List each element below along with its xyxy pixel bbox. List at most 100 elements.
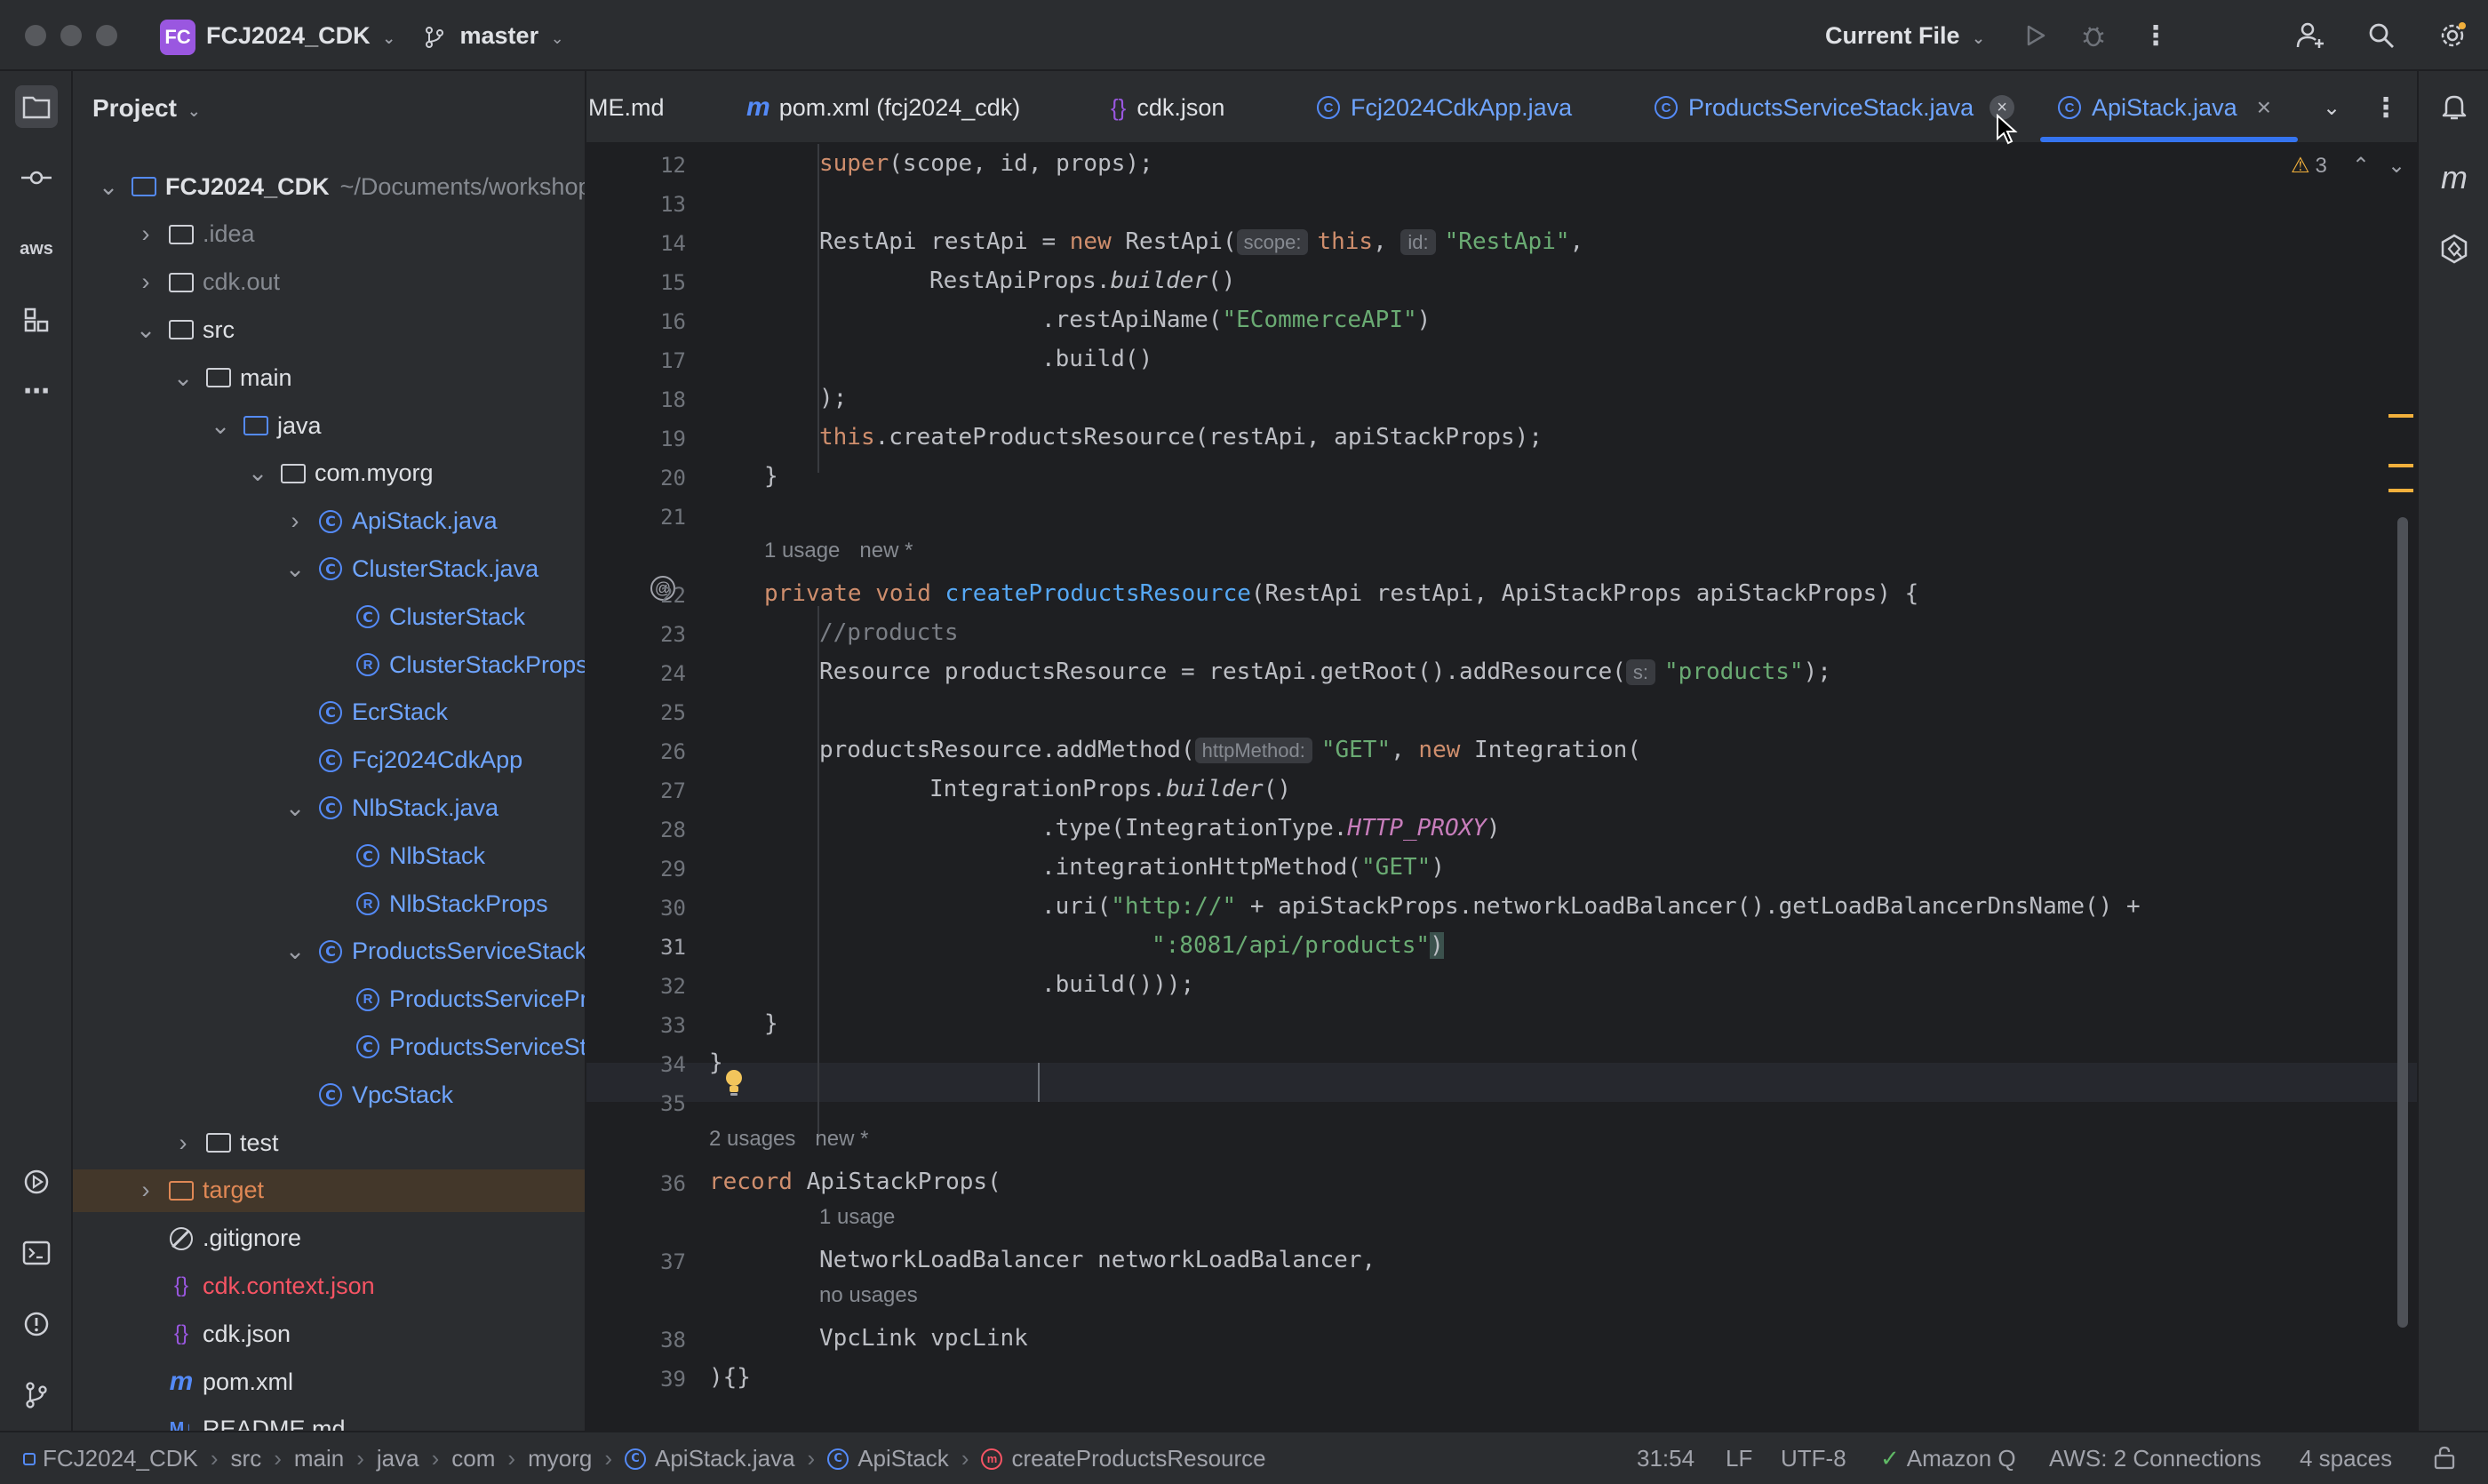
- debug-icon[interactable]: [2076, 18, 2111, 53]
- tree-nlbstack[interactable]: C NlbStack: [73, 834, 585, 877]
- terminal-icon[interactable]: [15, 1232, 58, 1274]
- breadcrumb-item[interactable]: myorg: [528, 1445, 592, 1472]
- line-number[interactable]: 19: [586, 427, 686, 451]
- breadcrumb-item[interactable]: ApiStack: [857, 1445, 949, 1472]
- line-number[interactable]: 13: [586, 192, 686, 217]
- line-number[interactable]: 17: [586, 348, 686, 373]
- line-number[interactable]: 37: [586, 1249, 686, 1274]
- aws-connections[interactable]: AWS: 2 Connections: [2049, 1445, 2261, 1472]
- tree-apistack-java[interactable]: › C ApiStack.java: [73, 500, 585, 543]
- line-number[interactable]: 21: [586, 505, 686, 530]
- tree-productsservicestack[interactable]: C ProductsServiceStack: [73, 1025, 585, 1068]
- close-tab-icon[interactable]: ×: [2257, 93, 2271, 122]
- line-number[interactable]: 36: [586, 1171, 686, 1196]
- tree-com-myorg[interactable]: ⌄ com.myorg: [73, 452, 585, 495]
- tree-cdk-context-json[interactable]: {} cdk.context.json: [73, 1265, 585, 1307]
- services-icon[interactable]: [15, 1161, 58, 1203]
- git-icon[interactable]: [15, 1374, 58, 1416]
- line-number[interactable]: 14: [586, 231, 686, 256]
- tree-productsserviceprops[interactable]: R ProductsServiceProps: [73, 978, 585, 1021]
- chevron-down-icon[interactable]: ⌄: [172, 364, 194, 391]
- chevron-down-icon[interactable]: ⌄: [135, 316, 156, 343]
- tree-src[interactable]: ⌄ src: [73, 308, 585, 351]
- tree-idea[interactable]: › .idea: [73, 213, 585, 256]
- tree-productsservicestack-java[interactable]: ⌄ C ProductsServiceStack.java: [73, 930, 585, 973]
- line-number[interactable]: 20: [586, 466, 686, 491]
- breadcrumb-item[interactable]: java: [377, 1445, 419, 1472]
- structure-icon[interactable]: [15, 299, 58, 341]
- tree-target[interactable]: › target: [73, 1169, 585, 1212]
- chevron-right-icon[interactable]: ›: [135, 268, 156, 295]
- project-badge[interactable]: FC: [160, 20, 195, 55]
- line-number[interactable]: 23: [586, 622, 686, 647]
- project-panel-title[interactable]: Project ⌄: [92, 94, 201, 123]
- line-number[interactable]: 18: [586, 387, 686, 412]
- project-folder-icon[interactable]: [15, 85, 58, 128]
- aws-toolkit-icon[interactable]: aws: [15, 227, 58, 270]
- line-number[interactable]: 26: [586, 739, 686, 764]
- tab-more-icon[interactable]: ⋮: [2372, 71, 2399, 142]
- chevron-down-icon[interactable]: ⌄: [210, 412, 231, 439]
- usage-hint[interactable]: 2 usages new *: [709, 1127, 868, 1152]
- tree-test[interactable]: › test: [73, 1121, 585, 1164]
- notifications-bell-icon[interactable]: [2433, 85, 2476, 128]
- line-separator[interactable]: LF: [1726, 1445, 1752, 1472]
- settings-gear-icon[interactable]: [2435, 18, 2470, 53]
- code-with-me-icon[interactable]: [2293, 18, 2328, 53]
- usage-hint[interactable]: no usages: [819, 1283, 918, 1308]
- breadcrumb-item[interactable]: ApiStack.java: [655, 1445, 795, 1472]
- tab-apistack[interactable]: C ApiStack.java ×: [2058, 71, 2271, 142]
- search-icon[interactable]: [2364, 18, 2399, 53]
- tree-pom-xml[interactable]: m pom.xml: [73, 1360, 585, 1403]
- tree-nlbstackprops[interactable]: R NlbStackProps: [73, 882, 585, 925]
- tab-pom-xml[interactable]: m pom.xml (fcj2024_cdk): [746, 71, 1020, 142]
- breadcrumb-item[interactable]: FCJ2024_CDK: [43, 1445, 198, 1472]
- line-number[interactable]: 27: [586, 778, 686, 803]
- line-number[interactable]: 24: [586, 661, 686, 686]
- tab-fcj2024cdkapp[interactable]: C Fcj2024CdkApp.java: [1317, 71, 1572, 142]
- chevron-down-icon[interactable]: ⌄: [98, 173, 119, 200]
- lightbulb-icon[interactable]: [723, 1068, 745, 1101]
- line-number[interactable]: 12: [586, 153, 686, 178]
- line-number[interactable]: 25: [586, 700, 686, 725]
- line-number[interactable]: 33: [586, 1013, 686, 1038]
- more-tools-icon[interactable]: ⋯: [15, 370, 58, 412]
- chevron-right-icon[interactable]: ›: [135, 1177, 156, 1203]
- tree-gitignore[interactable]: .gitignore: [73, 1217, 585, 1260]
- tree-ecrstack[interactable]: C EcrStack: [73, 691, 585, 734]
- line-number[interactable]: 22: [586, 583, 686, 608]
- chevron-down-icon[interactable]: ⌄: [284, 555, 306, 582]
- maximize-window-button[interactable]: [96, 25, 117, 46]
- tree-vpcstack[interactable]: C VpcStack: [73, 1073, 585, 1116]
- run-config-selector[interactable]: Current File ⌄: [1825, 21, 1985, 52]
- chevron-down-icon[interactable]: ⌄: [284, 794, 306, 821]
- breadcrumb-item[interactable]: main: [294, 1445, 344, 1472]
- line-number[interactable]: 32: [586, 974, 686, 999]
- tree-nlbstack-java[interactable]: ⌄ C NlbStack.java: [73, 786, 585, 829]
- commit-icon[interactable]: [15, 156, 58, 199]
- caret-position[interactable]: 31:54: [1637, 1445, 1695, 1472]
- branch-selector[interactable]: master ⌄: [423, 21, 564, 52]
- indent-setting[interactable]: 4 spaces: [2300, 1445, 2392, 1472]
- chevron-up-icon[interactable]: ⌃: [2352, 153, 2370, 179]
- minimize-window-button[interactable]: [60, 25, 82, 46]
- tree-cdk-json[interactable]: {} cdk.json: [73, 1312, 585, 1355]
- line-number[interactable]: 39: [586, 1367, 686, 1392]
- problems-icon[interactable]: [15, 1303, 58, 1345]
- file-encoding[interactable]: UTF-8: [1781, 1445, 1846, 1472]
- tree-main[interactable]: ⌄ main: [73, 356, 585, 399]
- tree-fcj2024cdkapp[interactable]: C Fcj2024CdkApp: [73, 739, 585, 782]
- warnings-indicator[interactable]: ⚠ 3 ⌃ ⌄: [2291, 153, 2405, 179]
- chevron-right-icon[interactable]: ›: [284, 507, 306, 534]
- chevron-down-icon[interactable]: ⌄: [2388, 153, 2405, 179]
- line-number[interactable]: 35: [586, 1091, 686, 1116]
- tree-java[interactable]: ⌄ java: [73, 404, 585, 447]
- tree-readme[interactable]: M↓ README.md: [73, 1408, 585, 1431]
- tab-readme[interactable]: ME.md: [588, 71, 665, 142]
- code-editor[interactable]: ⚠ 3 ⌃ ⌄ @ 12 13 14 15 16 17 18 19 20 21 22 23 24 25 26…: [586, 144, 2417, 1431]
- chevron-right-icon[interactable]: ›: [135, 220, 156, 247]
- run-icon[interactable]: [2017, 18, 2053, 53]
- breadcrumb-item[interactable]: com: [451, 1445, 495, 1472]
- read-only-lock-icon[interactable]: [2433, 1445, 2456, 1470]
- usage-hint[interactable]: 1 usage: [819, 1205, 895, 1230]
